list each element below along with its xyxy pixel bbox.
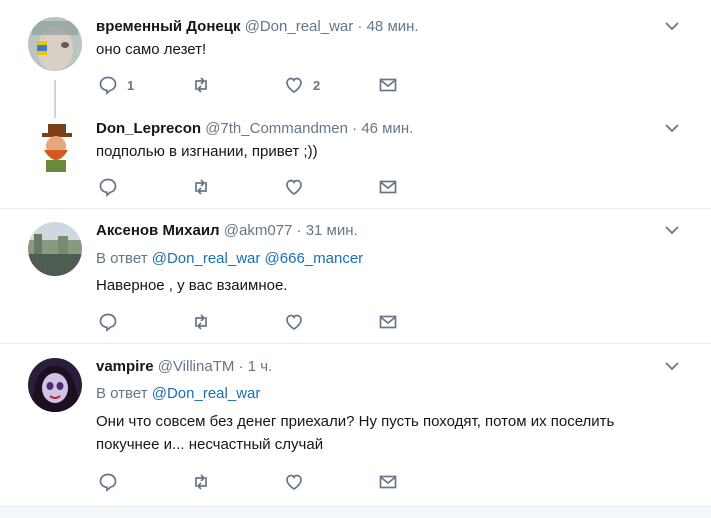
reply-prefix: В ответ xyxy=(96,250,148,267)
tweet-header: Аксенов Михаил @akm077 · 31 мин. xyxy=(96,221,358,241)
retweet-icon xyxy=(195,474,207,490)
retweet-button[interactable] xyxy=(191,472,211,492)
reply-icon xyxy=(99,473,117,492)
mention-link[interactable]: @Don_real_war xyxy=(152,385,261,402)
reply-button[interactable] xyxy=(98,177,118,197)
retweet-icon xyxy=(195,77,207,93)
tweet-actions xyxy=(96,312,416,332)
display-name[interactable]: vampire xyxy=(96,358,154,375)
message-button[interactable] xyxy=(378,312,398,332)
separator-dot: · xyxy=(238,358,244,375)
separator-dot: · xyxy=(357,18,363,35)
tweet-header: Don_Leprecon @7th_Commandmen · 46 мин. xyxy=(96,119,413,139)
chevron-down-icon[interactable] xyxy=(664,222,680,238)
retweet-button[interactable] xyxy=(191,312,211,332)
separator-dot: · xyxy=(296,222,302,239)
avatar[interactable] xyxy=(28,17,82,71)
tweet-actions: 1 2 xyxy=(96,75,416,95)
username[interactable]: @7th_Commandmen xyxy=(205,120,348,137)
tweet[interactable]: Аксенов Михаил @akm077 · 31 мин. В ответ… xyxy=(0,209,711,343)
tweet-header: временный Донецк @Don_real_war · 48 мин. xyxy=(96,17,419,37)
heart-icon xyxy=(286,179,302,195)
timestamp[interactable]: 46 мин. xyxy=(361,120,413,137)
envelope-icon xyxy=(379,315,397,329)
timestamp[interactable]: 1 ч. xyxy=(248,358,273,375)
reply-icon xyxy=(99,76,117,95)
tweet[interactable]: vampire @VillinaTM · 1 ч. В ответ @Don_r… xyxy=(0,344,711,506)
reply-icon xyxy=(99,313,117,332)
mention-link[interactable]: @666_mancer xyxy=(265,250,364,267)
timestamp[interactable]: 48 мин. xyxy=(367,18,419,35)
tweet[interactable]: Don_Leprecon @7th_Commandmen · 46 мин. п… xyxy=(0,110,711,208)
reply-context: В ответ @Don_real_war xyxy=(96,384,260,404)
reply-button[interactable] xyxy=(98,472,118,492)
like-count: 2 xyxy=(313,77,321,93)
mention-link[interactable]: @Don_real_war xyxy=(152,250,261,267)
timestamp[interactable]: 31 мин. xyxy=(306,222,358,239)
chevron-down-icon[interactable] xyxy=(664,358,680,374)
like-button[interactable] xyxy=(284,472,304,492)
reply-icon xyxy=(99,178,117,197)
reply-prefix: В ответ xyxy=(96,385,148,402)
like-button[interactable]: 2 xyxy=(284,75,320,95)
tweet-text: подполью в изгнании, привет ;)) xyxy=(96,143,318,160)
reply-context: В ответ @Don_real_war @666_mancer xyxy=(96,249,363,269)
reply-count: 1 xyxy=(127,77,135,93)
tweet-actions xyxy=(96,177,416,197)
tweet-text: Наверное , у вас взаимное. xyxy=(96,277,288,294)
avatar[interactable] xyxy=(28,222,82,276)
avatar[interactable] xyxy=(28,358,82,412)
tweet-text: Они что совсем без денег приехали? Ну пу… xyxy=(96,410,676,456)
message-button[interactable] xyxy=(378,177,398,197)
display-name[interactable]: Don_Leprecon xyxy=(96,120,201,137)
username[interactable]: @akm077 xyxy=(224,222,293,239)
retweet-icon xyxy=(195,179,207,195)
display-name[interactable]: Аксенов Михаил xyxy=(96,222,220,239)
chevron-down-icon[interactable] xyxy=(664,18,680,34)
timeline-footer xyxy=(0,506,711,518)
display-name[interactable]: временный Донецк xyxy=(96,18,240,35)
heart-icon xyxy=(286,314,302,330)
separator-dot: · xyxy=(352,120,358,137)
heart-icon xyxy=(286,474,302,490)
reply-button[interactable] xyxy=(98,312,118,332)
tweet-text-line: покучнее и... несчастный случай xyxy=(96,436,324,453)
tweet-text: оно само лезет! xyxy=(96,41,207,58)
tweet-actions xyxy=(96,472,416,492)
retweet-icon xyxy=(195,314,207,330)
heart-icon xyxy=(286,77,302,93)
message-button[interactable] xyxy=(378,75,398,95)
message-button[interactable] xyxy=(378,472,398,492)
avatar[interactable] xyxy=(28,120,82,174)
like-button[interactable] xyxy=(284,177,304,197)
like-button[interactable] xyxy=(284,312,304,332)
envelope-icon xyxy=(379,475,397,489)
tweet[interactable]: временный Донецк @Don_real_war · 48 мин.… xyxy=(0,0,711,110)
retweet-button[interactable] xyxy=(191,75,211,95)
username[interactable]: @VillinaTM xyxy=(158,358,235,375)
envelope-icon xyxy=(379,180,397,194)
reply-button[interactable]: 1 xyxy=(98,75,134,95)
thread-line xyxy=(54,80,56,110)
username[interactable]: @Don_real_war xyxy=(245,18,354,35)
tweet-text-line: Они что совсем без денег приехали? Ну пу… xyxy=(96,413,615,430)
retweet-button[interactable] xyxy=(191,177,211,197)
chevron-down-icon[interactable] xyxy=(664,120,680,136)
thread-line xyxy=(54,110,56,118)
tweet-header: vampire @VillinaTM · 1 ч. xyxy=(96,357,272,377)
envelope-icon xyxy=(379,78,397,92)
